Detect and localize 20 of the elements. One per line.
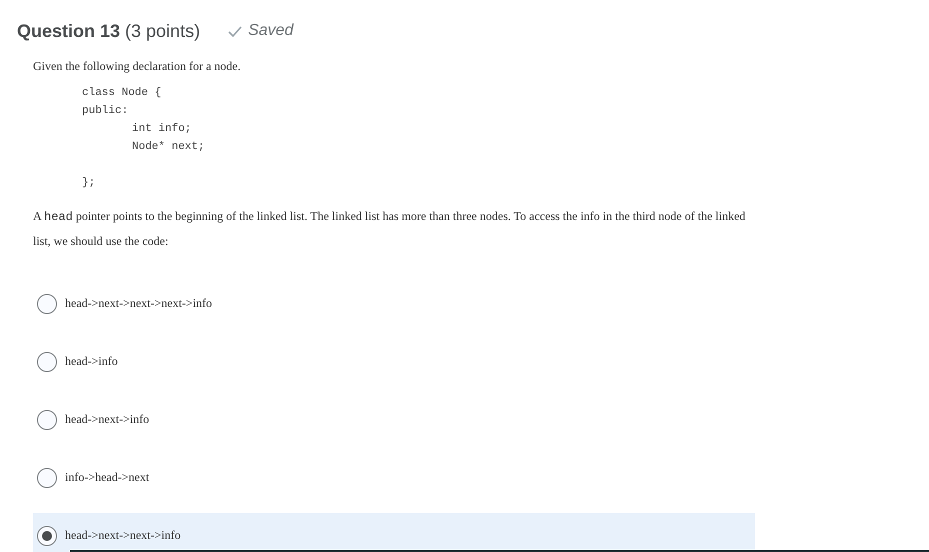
answer-option[interactable]: head->next->next->next->info — [65, 296, 212, 311]
radio-button[interactable] — [37, 468, 57, 488]
radio-button[interactable] — [37, 526, 57, 546]
code-line: public: — [82, 105, 128, 117]
code-line: Node* next; — [132, 141, 205, 153]
question-text: A head pointer points to the beginning of the linked list. The linked list has more than three nodes. To access the info in the third node of the linked list, we should use the code: — [33, 208, 746, 250]
question-text: Given the following declaration for a node. — [33, 59, 242, 74]
radio-button[interactable] — [37, 294, 57, 314]
answer-option[interactable]: head->next->info — [65, 412, 150, 427]
radio-button[interactable] — [37, 410, 57, 430]
answer-option[interactable]: head->info — [65, 354, 118, 369]
code-line: int info; — [132, 123, 192, 135]
answer-option[interactable]: head->next->next->info — [65, 528, 181, 543]
saved-status: Saved — [248, 22, 294, 40]
code-line: class Node { — [82, 87, 162, 99]
question-title: Question 13 (3 points) — [17, 20, 200, 42]
code-line: }; — [82, 177, 96, 189]
checkmark-icon — [228, 26, 242, 36]
answer-option[interactable]: info->head->next — [65, 470, 150, 485]
radio-button[interactable] — [37, 352, 57, 372]
